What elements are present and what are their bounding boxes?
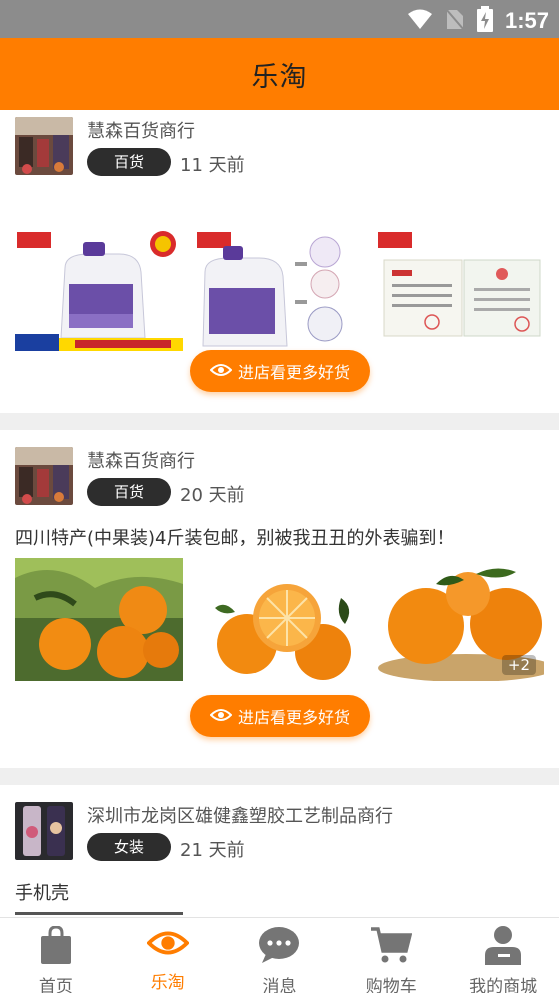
tab-label: 首页	[38, 977, 73, 993]
status-time: 1:57	[504, 8, 549, 33]
post-time: 20 天前	[180, 485, 245, 506]
tab-my-mall[interactable]: 我的商城	[447, 918, 559, 993]
tab-label: 我的商城	[469, 977, 538, 993]
eye-icon	[146, 926, 189, 960]
tab-label: 乐淘	[150, 973, 185, 993]
tab-label: 购物车	[365, 977, 417, 993]
visit-shop-button[interactable]: 进店看更多好货	[190, 350, 370, 392]
product-image[interactable]	[195, 228, 363, 351]
shop-post-card: 慧森百货商行 百货 11 天前 进店看更多好货	[0, 110, 559, 413]
battery-icon	[476, 6, 493, 36]
chat-bubble-icon	[258, 926, 300, 964]
post-time: 11 天前	[180, 155, 245, 176]
shopping-bag-icon	[35, 926, 77, 964]
category-tag: 女装	[87, 833, 171, 861]
status-bar: 1:57	[0, 0, 559, 38]
shop-post-card: 慧森百货商行 百货 20 天前 四川特产(中果装)4斤装包邮，别被我丑丑的外表骗…	[0, 430, 559, 768]
app-header: 乐淘	[0, 38, 559, 110]
category-tag: 百货	[87, 148, 171, 176]
tab-messages[interactable]: 消息	[224, 918, 336, 993]
product-image[interactable]	[15, 558, 183, 681]
tab-cart[interactable]: 购物车	[335, 918, 447, 993]
wifi-icon	[407, 8, 433, 34]
shop-avatar[interactable]	[15, 117, 73, 175]
visit-shop-button[interactable]: 进店看更多好货	[190, 695, 370, 737]
eye-icon	[209, 707, 233, 726]
page-title: 乐淘	[251, 61, 308, 93]
tab-label: 消息	[262, 977, 297, 993]
tab-home[interactable]: 首页	[0, 918, 112, 993]
post-time: 21 天前	[180, 840, 245, 861]
shop-avatar[interactable]	[15, 447, 73, 505]
shop-name[interactable]: 慧森百货商行	[87, 117, 195, 143]
product-image[interactable]	[376, 228, 544, 351]
eye-icon	[209, 362, 233, 381]
cart-icon	[370, 926, 413, 964]
post-description: 手机壳	[15, 883, 69, 904]
scroll-indicator	[15, 912, 183, 915]
product-image[interactable]: +2	[376, 558, 544, 681]
product-image[interactable]	[195, 558, 363, 681]
category-tag: 百货	[87, 478, 171, 506]
post-description: 四川特产(中果装)4斤装包邮，别被我丑丑的外表骗到！	[15, 528, 455, 549]
shop-name[interactable]: 深圳市龙岗区雄健鑫塑胶工艺制品商行	[87, 802, 393, 828]
shop-post-card: 深圳市龙岗区雄健鑫塑胶工艺制品商行 女装 21 天前 手机壳	[0, 785, 559, 917]
visit-shop-label: 进店看更多好货	[237, 708, 350, 727]
product-image[interactable]	[15, 228, 183, 351]
shop-name[interactable]: 慧森百货商行	[87, 447, 195, 473]
visit-shop-label: 进店看更多好货	[237, 363, 350, 382]
feed-list[interactable]: 慧森百货商行 百货 11 天前 进店看更多好货 慧森百货商行 百货 20 天前 …	[0, 110, 559, 917]
bottom-tab-bar: 首页 乐淘 消息 购物车 我的商城	[0, 917, 559, 993]
user-icon	[482, 926, 524, 965]
shop-avatar[interactable]	[15, 802, 73, 860]
tab-letao[interactable]: 乐淘	[112, 918, 224, 993]
no-sim-icon	[445, 7, 465, 35]
more-images-count: +2	[501, 655, 536, 675]
